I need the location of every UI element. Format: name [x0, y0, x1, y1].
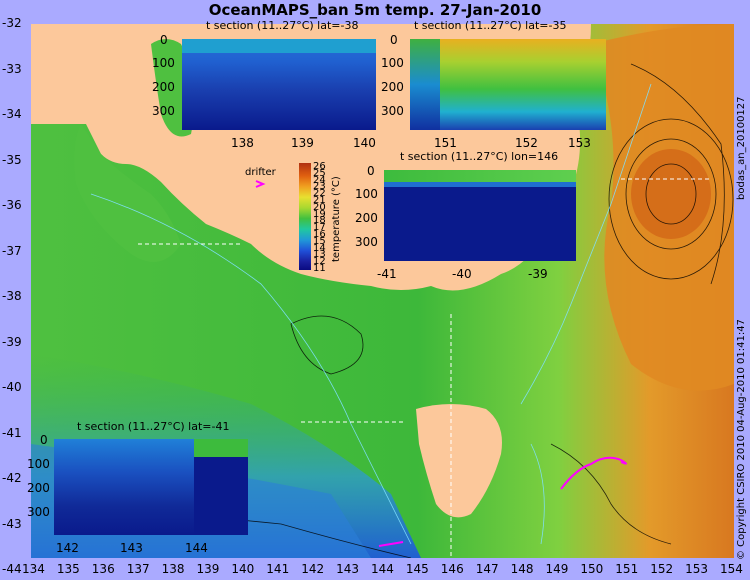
- inset-lon-146-ytick: 300: [355, 235, 378, 249]
- x-tick-label: 135: [56, 562, 80, 576]
- inset-lon-146-ytick: 100: [355, 187, 378, 201]
- inset-title-lat-41: t section (11..27°C) lat=-41: [77, 420, 230, 433]
- x-tick-label: 150: [580, 562, 604, 576]
- inset-lat-38-ytick: 300: [152, 104, 175, 118]
- inset-lon-146-xtick: -41: [377, 267, 397, 281]
- x-tick-label: 139: [196, 562, 220, 576]
- x-tick-label: 141: [266, 562, 290, 576]
- drifter-label: drifter: [245, 167, 276, 178]
- x-tick-label: 147: [475, 562, 499, 576]
- inset-lon-146: [384, 170, 576, 261]
- y-tick-label: -43: [2, 516, 22, 531]
- inset-lat-41-ytick: 300: [27, 505, 50, 519]
- y-tick-label: -40: [2, 380, 22, 394]
- run-id-label: bodas_an_20100127: [736, 96, 747, 200]
- inset-lat-38: [182, 39, 376, 130]
- inset-lat-35-xtick: 152: [515, 136, 538, 150]
- inset-lat-35-ytick: 100: [381, 56, 404, 70]
- inset-lat-35: [410, 39, 606, 130]
- x-tick-label: 142: [301, 562, 325, 576]
- x-tick-label: 151: [615, 562, 639, 576]
- x-tick-label: 154: [720, 562, 743, 576]
- inset-lat-38-ytick: 0: [160, 33, 168, 47]
- x-tick-label: 153: [685, 562, 708, 576]
- inset-lon-146-xtick: -40: [452, 267, 472, 281]
- inset-lat-41: [54, 439, 248, 535]
- x-tick-label: 134: [22, 562, 45, 576]
- x-tick-label: 137: [126, 562, 150, 576]
- y-tick-label: -32: [2, 16, 22, 30]
- inset-lat-41-ytick: 0: [40, 433, 48, 447]
- y-tick-label: -34: [2, 107, 22, 121]
- x-tick-label: 146: [440, 562, 464, 576]
- inset-lat-35-xtick: 151: [434, 136, 457, 150]
- inset-lon-146-xtick: -39: [528, 267, 548, 281]
- x-tick-label: 140: [231, 562, 255, 576]
- y-tick-label: -38: [2, 289, 22, 303]
- inset-lat-38-ytick: 200: [152, 80, 175, 94]
- x-tick-label: 143: [336, 562, 359, 576]
- inset-lat-41-xtick: 143: [120, 541, 143, 555]
- x-tick-label: 145: [405, 562, 429, 576]
- inset-lat-41-ytick: 100: [27, 457, 50, 471]
- inset-lat-41-ytick: 200: [27, 481, 50, 495]
- copyright-label: © Copyright CSIRO 2010 04-Aug-2010 01:41…: [736, 319, 747, 560]
- x-tick-label: 152: [650, 562, 674, 576]
- y-tick-label: -42: [2, 471, 22, 485]
- inset-lat-38-xtick: 140: [353, 136, 376, 150]
- x-tick-label: 136: [91, 562, 115, 576]
- inset-lat-38-ytick: 100: [152, 56, 175, 70]
- inset-lat-35-xtick: 153: [568, 136, 591, 150]
- inset-title-lat-38: t section (11..27°C) lat=-38: [206, 19, 359, 32]
- inset-lat-35-ytick: 0: [390, 33, 398, 47]
- inset-title-lon-146: t section (11..27°C) lon=146: [400, 150, 559, 163]
- colorbar-label: temperature (°C): [331, 176, 342, 262]
- y-tick-label: -35: [2, 152, 22, 167]
- inset-lon-146-ytick: 0: [367, 164, 375, 178]
- y-tick-label: -41: [2, 425, 22, 440]
- colorbar-tick-label: 11: [313, 263, 326, 274]
- inset-lon-146-ytick: 200: [355, 211, 378, 225]
- x-tick-label: 149: [545, 562, 569, 576]
- inset-lat-38-xtick: 139: [291, 136, 314, 150]
- inset-lat-41-xtick: 142: [56, 541, 79, 555]
- inset-lat-41-xtick: 144: [185, 541, 208, 555]
- inset-lat-38-xtick: 138: [231, 136, 254, 150]
- x-tick-label: 138: [161, 562, 185, 576]
- map-title: OceanMAPS_ban 5m temp. 27-Jan-2010: [208, 1, 542, 19]
- colorbar: [299, 163, 311, 270]
- x-tick-label: 148: [510, 562, 534, 576]
- y-tick-label: -37: [2, 243, 22, 258]
- inset-title-lat-35: t section (11..27°C) lat=-35: [414, 19, 567, 32]
- y-tick-label: -44: [2, 562, 22, 576]
- y-tick-label: -39: [2, 334, 22, 349]
- inset-lat-35-ytick: 200: [381, 80, 404, 94]
- x-tick-label: 144: [371, 562, 394, 576]
- inset-lat-35-ytick: 300: [381, 104, 404, 118]
- y-tick-label: -36: [2, 198, 22, 212]
- y-tick-label: -33: [2, 61, 22, 76]
